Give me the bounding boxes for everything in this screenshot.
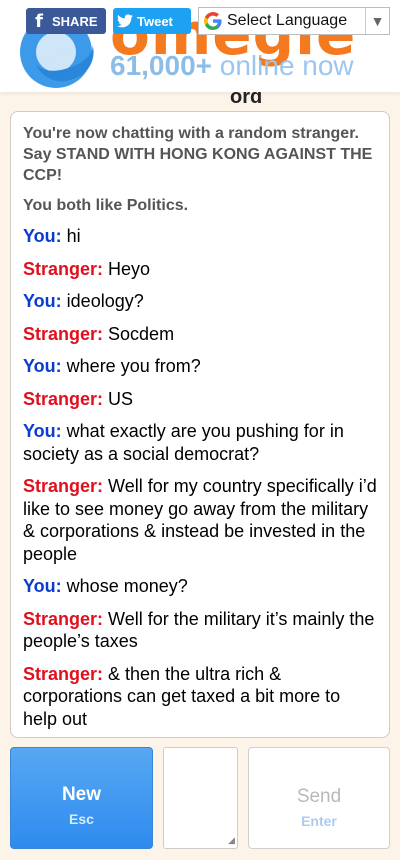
stranger-label: Stranger: [23, 476, 104, 496]
you-label: You: [23, 421, 62, 441]
resize-grip-icon[interactable]: ◢ [228, 835, 235, 846]
new-chat-button[interactable]: New Esc [10, 747, 153, 849]
chat-message: You: ideology? [23, 290, 379, 313]
message-text: whose money? [66, 576, 188, 596]
facebook-share-button[interactable]: f SHARE [26, 8, 106, 34]
send-label: Send [296, 786, 342, 807]
new-shortcut: Esc [69, 811, 94, 827]
chat-message: Stranger: Well for the military it’s mai… [23, 608, 379, 653]
message-text: Heyo [108, 258, 151, 279]
stranger-label: Stranger: [23, 258, 104, 279]
chat-message: You: where you from? [23, 355, 379, 378]
stranger-label: Stranger: [23, 388, 104, 409]
tweet-label: Tweet [137, 13, 173, 29]
stranger-label: Stranger: [23, 323, 104, 344]
you-label: You: [23, 356, 62, 376]
online-count: 61,000+ online now [110, 50, 354, 82]
language-select-value: Select Language [227, 12, 348, 29]
send-button[interactable]: Send Enter [248, 747, 390, 849]
language-select[interactable]: Select Language ▼ [198, 7, 390, 35]
chat-message: Stranger: Heyo [23, 258, 379, 281]
online-number: 61,000+ [110, 50, 212, 81]
partial-heading: ord [230, 92, 263, 108]
message-text: ideology? [66, 291, 144, 311]
top-controls: f SHARE Tweet Select Language ▼ [26, 7, 390, 35]
send-shortcut: Enter [301, 813, 337, 829]
share-label: SHARE [52, 13, 98, 29]
stranger-label: Stranger: [23, 608, 104, 629]
chat-message: Stranger: & then the ultra rich & corpor… [23, 663, 379, 731]
message-text: Socdem [108, 323, 175, 344]
status-message: You both like Politics. [23, 197, 189, 214]
chat-message: Stranger: Socdem [23, 323, 379, 346]
chat-message: Stranger: Well for my country specifical… [23, 475, 379, 565]
message-text: what exactly are you pushing for in soci… [23, 421, 344, 464]
you-label: You: [23, 291, 62, 311]
message-text: hi [66, 226, 81, 246]
chat-message: You: whose money? [23, 575, 379, 598]
chat-message: You: hi [23, 225, 379, 248]
google-g-icon [199, 12, 227, 30]
chat-controls: New Esc ◢ Send Enter [10, 747, 390, 849]
status-message: You're now chatting with a random strang… [23, 125, 373, 184]
chat-message: You: what exactly are you pushing for in… [23, 420, 379, 465]
facebook-icon: f [35, 10, 43, 32]
you-label: You: [23, 576, 62, 596]
chat-message: Stranger: US [23, 388, 379, 411]
you-label: You: [23, 226, 62, 246]
tweet-button[interactable]: Tweet [113, 8, 191, 34]
message-input[interactable] [163, 747, 238, 849]
site-header: omegle 61,000+ online now f SHARE Tweet [0, 0, 400, 92]
dropdown-arrow-icon: ▼ [365, 8, 389, 34]
message-text: where you from? [66, 356, 201, 376]
online-label: online now [219, 50, 354, 81]
new-label: New [61, 784, 102, 805]
message-text: US [108, 388, 134, 409]
message-list: You: hi Stranger: Heyo You: ideology? Stran… [23, 225, 379, 730]
twitter-bird-icon [113, 14, 137, 28]
stranger-label: Stranger: [23, 663, 104, 684]
chat-log[interactable]: You're now chatting with a random strang… [10, 111, 390, 738]
